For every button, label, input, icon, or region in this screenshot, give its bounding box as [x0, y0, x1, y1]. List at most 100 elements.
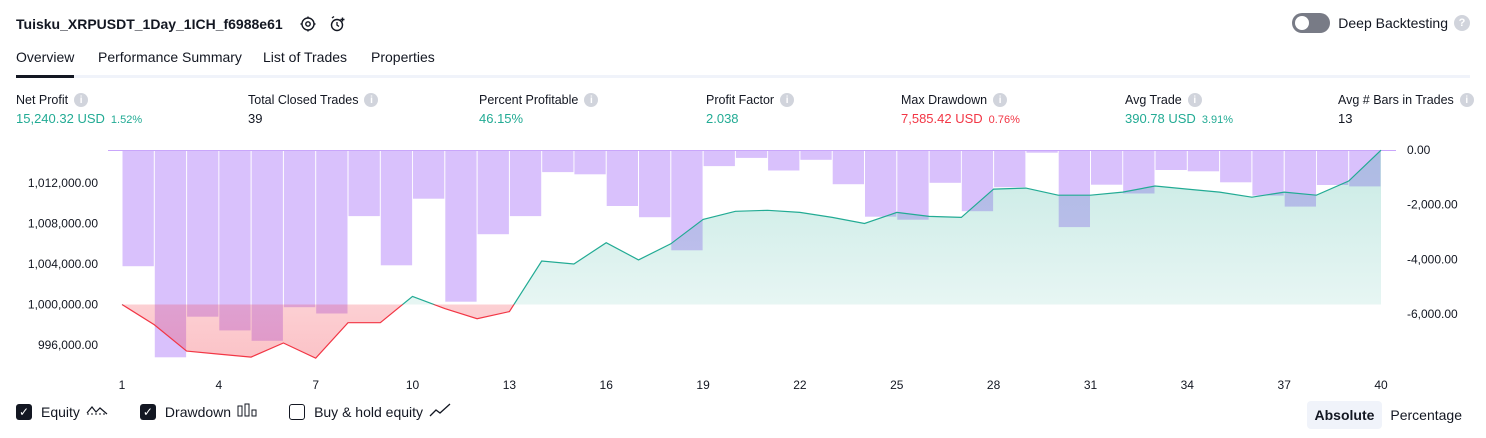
stat-percent-profitable: Percent Profitable i 46.15% — [479, 93, 599, 126]
strategy-title: Tuisku_XRPUSDT_1Day_1ICH_f6988e61 — [16, 16, 283, 32]
drawdown-bar — [1220, 150, 1252, 183]
tab-properties[interactable]: Properties — [371, 49, 435, 75]
drawdown-bar — [1091, 150, 1123, 185]
drawdown-bar — [1349, 150, 1381, 187]
checkbox-buy-hold-equity[interactable] — [289, 403, 306, 420]
drawdown-bar — [316, 150, 348, 314]
equity-line-negative — [121, 304, 515, 359]
drawdown-bar — [929, 150, 961, 183]
drawdown-bar — [283, 150, 316, 308]
stat-percent: 1.52% — [110, 114, 143, 126]
equity-line-icon — [86, 403, 108, 420]
x-axis-tick-label: 22 — [793, 378, 807, 392]
display-mode-switch: Absolute Percentage — [1306, 401, 1471, 429]
drawdown-bar — [1187, 150, 1220, 172]
right-axis-tick-label: -2,000.00 — [1407, 198, 1458, 212]
drawdown-bar — [445, 150, 477, 302]
stat-percent: 3.91% — [1201, 114, 1234, 126]
checkbox-equity[interactable]: ✓ — [16, 403, 32, 420]
stat-label: Total Closed Trades — [248, 93, 359, 107]
drawdown-bar — [187, 150, 219, 317]
info-icon[interactable]: i — [1187, 93, 1202, 107]
info-icon[interactable]: i — [584, 93, 599, 107]
info-icon[interactable]: i — [364, 93, 379, 107]
drawdown-bar — [154, 150, 187, 358]
legend-buy-hold-equity[interactable]: Buy & hold equity — [289, 403, 451, 420]
strategy-header: Tuisku_XRPUSDT_1Day_1ICH_f6988e61 — [16, 14, 347, 34]
stat-max-drawdown: Max Drawdown i 7,585.42 USD 0.76% — [901, 93, 1020, 126]
drawdown-bar — [671, 150, 703, 251]
stat-value: 7,585.42 USD — [901, 111, 983, 126]
drawdown-bar — [477, 150, 509, 235]
legend-equity[interactable]: ✓ Equity — [16, 403, 108, 420]
x-axis-tick-label: 16 — [600, 378, 614, 392]
left-axis-tick-label: 1,000,000.00 — [28, 298, 98, 312]
right-axis-tick-label: 0.00 — [1407, 143, 1431, 157]
buy-hold-line-icon — [429, 403, 451, 420]
drawdown-bar — [865, 150, 897, 217]
settings-icon[interactable] — [299, 15, 317, 33]
drawdown-bar — [639, 150, 671, 218]
stat-avg-bars-in-trades: Avg # Bars in Trades i 13 — [1338, 93, 1474, 126]
mode-percentage[interactable]: Percentage — [1382, 401, 1470, 429]
stat-value: 390.78 USD — [1125, 111, 1196, 126]
stat-value: 2.038 — [706, 111, 739, 126]
stat-net-profit: Net Profit i 15,240.32 USD 1.52% — [16, 93, 142, 126]
stat-label: Profit Factor — [706, 93, 775, 107]
drawdown-bar — [961, 150, 994, 212]
x-axis-tick-label: 13 — [503, 378, 517, 392]
add-alert-icon[interactable] — [329, 15, 347, 33]
left-axis-tick-label: 1,012,000.00 — [28, 176, 98, 190]
drawdown-bar — [768, 150, 800, 171]
equity-area-positive — [122, 150, 1381, 305]
drawdown-bar — [1316, 150, 1349, 185]
x-axis-tick-label: 19 — [696, 378, 710, 392]
checkbox-drawdown[interactable]: ✓ — [139, 403, 156, 420]
legend-drawdown[interactable]: ✓ Drawdown — [139, 403, 257, 420]
drawdown-bar — [800, 150, 832, 160]
stat-label: Avg # Bars in Trades — [1338, 93, 1454, 107]
tab-performance-summary[interactable]: Performance Summary — [98, 49, 242, 75]
drawdown-bar — [380, 150, 413, 266]
drawdown-bar — [1026, 150, 1058, 153]
mode-absolute[interactable]: Absolute — [1306, 401, 1383, 429]
stat-percent: 0.76% — [988, 114, 1020, 126]
x-axis-tick-label: 40 — [1374, 378, 1388, 392]
drawdown-bar — [251, 150, 283, 341]
info-icon[interactable]: i — [993, 93, 1008, 107]
drawdown-bar — [1252, 150, 1284, 196]
equity-line — [122, 149, 1382, 305]
left-axis-tick-label: 996,000.00 — [38, 338, 98, 352]
drawdown-bar — [832, 150, 864, 185]
drawdown-bar — [1123, 150, 1155, 194]
drawdown-bar — [994, 150, 1026, 188]
legend-label: Drawdown — [164, 403, 232, 420]
drawdown-bar — [606, 150, 638, 206]
x-axis-tick-label: 10 — [406, 378, 420, 392]
x-axis-tick-label: 25 — [890, 378, 904, 392]
stat-value: 15,240.32 USD — [16, 111, 105, 126]
help-icon[interactable]: ? — [1454, 15, 1470, 31]
drawdown-bar — [348, 150, 380, 217]
right-axis-tick-label: -4,000.00 — [1407, 252, 1458, 266]
tab-bar: Overview Performance Summary List of Tra… — [16, 46, 1470, 78]
drawdown-bars-icon — [237, 403, 257, 420]
left-axis-tick-label: 1,004,000.00 — [28, 257, 98, 271]
stat-label: Net Profit — [16, 93, 69, 107]
stat-label: Avg Trade — [1125, 93, 1182, 107]
x-axis-tick-label: 28 — [987, 378, 1001, 392]
chart-legend: ✓ Equity ✓ Drawdown Buy & hold equity — [16, 403, 483, 420]
drawdown-bar — [703, 150, 735, 167]
drawdown-bar — [122, 150, 154, 267]
tab-list-of-trades[interactable]: List of Trades — [263, 49, 347, 75]
info-icon[interactable]: i — [1459, 93, 1474, 107]
deep-backtesting-label: Deep Backtesting — [1338, 15, 1448, 31]
drawdown-bar — [735, 150, 768, 158]
x-axis-tick-label: 31 — [1084, 378, 1098, 392]
deep-backtesting-toggle[interactable] — [1292, 13, 1331, 33]
info-icon[interactable]: i — [780, 93, 795, 107]
drawdown-bar — [574, 150, 606, 175]
info-icon[interactable]: i — [74, 93, 89, 107]
x-axis-tick-label: 34 — [1181, 378, 1195, 392]
tab-overview[interactable]: Overview — [16, 49, 75, 78]
